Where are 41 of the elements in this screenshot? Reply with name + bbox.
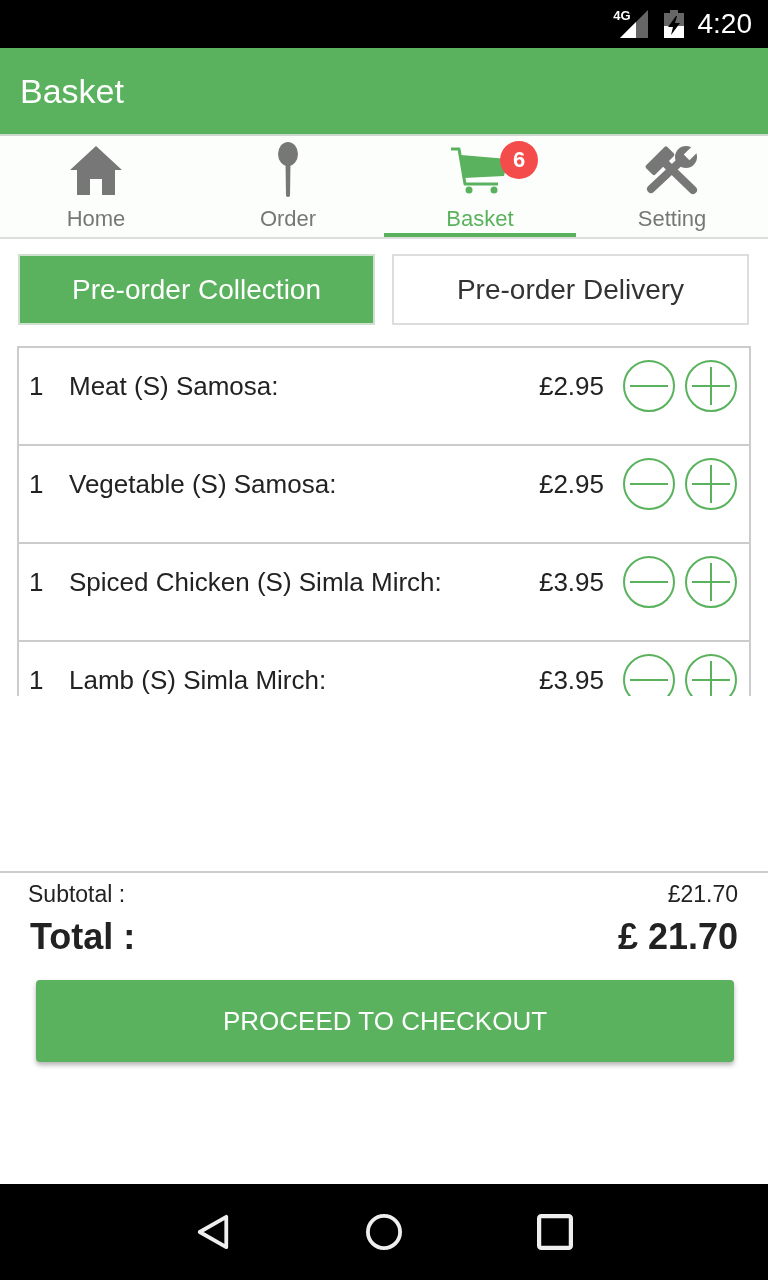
nav-tab[interactable]: 6 Basket <box>384 136 576 237</box>
item-name: Vegetable (S) Samosa: <box>69 468 338 501</box>
nav-tab[interactable]: Home <box>0 136 192 237</box>
item-name: Meat (S) Samosa: <box>69 370 280 403</box>
order-type-toggle[interactable]: Pre-order Collection <box>18 254 375 325</box>
minus-icon[interactable] <box>623 458 675 510</box>
plus-icon[interactable] <box>685 654 737 696</box>
item-name: Spiced Chicken (S) Simla Mirch: <box>69 566 443 599</box>
nav-tab[interactable]: Order <box>192 136 384 237</box>
home-circle-icon[interactable] <box>366 1214 402 1250</box>
item-price: £3.95 <box>538 664 604 696</box>
plus-icon[interactable] <box>685 556 737 608</box>
item-name: Lamb (S) Simla Mirch: <box>69 664 328 696</box>
screen-title: Basket <box>20 71 124 111</box>
checkout-button[interactable]: PROCEED TO CHECKOUT <box>36 980 734 1062</box>
spoon-icon <box>277 142 299 198</box>
item-price: £2.95 <box>538 370 604 403</box>
minus-icon[interactable] <box>623 654 675 696</box>
item-price: £3.95 <box>538 566 604 599</box>
plus-icon[interactable] <box>685 360 737 412</box>
minus-icon[interactable] <box>623 360 675 412</box>
battery-charging-icon <box>663 10 684 38</box>
total-value: £ 21.70 <box>617 915 738 959</box>
square-icon[interactable] <box>536 1214 573 1250</box>
nav-tab[interactable]: Setting <box>576 136 768 237</box>
clock-time: 4:20 <box>697 8 752 40</box>
order-type-toggle[interactable]: Pre-order Delivery <box>392 254 749 325</box>
item-quantity: 1 <box>29 566 45 599</box>
minus-icon[interactable] <box>623 556 675 608</box>
item-quantity: 1 <box>29 370 45 403</box>
count-badge: 6 <box>500 141 538 179</box>
subtotal-label: Subtotal : <box>28 880 126 909</box>
item-price: £2.95 <box>538 468 604 501</box>
total-label: Total : <box>30 915 136 959</box>
item-quantity: 1 <box>29 664 45 696</box>
plus-icon[interactable] <box>685 458 737 510</box>
network-type-label: 4G <box>613 9 631 22</box>
item-quantity: 1 <box>29 468 45 501</box>
subtotal-value: £21.70 <box>667 880 738 909</box>
hammer-wrench-icon <box>644 145 700 195</box>
house-icon <box>70 145 122 195</box>
